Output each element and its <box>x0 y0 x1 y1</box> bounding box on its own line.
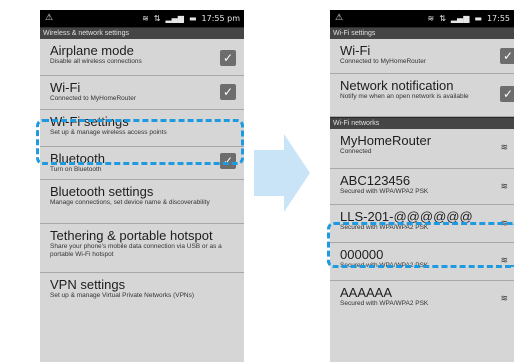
arrow-body <box>254 150 284 196</box>
network-item[interactable]: MyHomeRouter Connected ≋ <box>330 129 514 169</box>
network-status: Secured with WPA/WPA2 PSK <box>340 300 429 307</box>
wifi-toggle-item[interactable]: Wi-Fi Connected to MyHomeRouter ✓ <box>330 39 514 74</box>
status-time: 17:55 <box>486 14 510 23</box>
item-subtitle: Turn on Bluetooth <box>50 166 102 173</box>
item-title: Airplane mode <box>50 43 134 58</box>
item-subtitle: Set up & manage Virtual Private Networks… <box>50 292 195 299</box>
wifi-signal-lock-icon: ≋ <box>500 293 508 303</box>
signal-icon: ▂▄▆ <box>165 14 184 23</box>
item-subtitle: Connected to MyHomeRouter <box>340 58 426 65</box>
wifi-checkbox[interactable]: ✓ <box>220 84 236 100</box>
wifi-settings-highlight <box>36 119 244 165</box>
section-header: Wi-Fi settings <box>330 27 514 39</box>
item-title: Wi-Fi <box>50 80 81 95</box>
wifi-settings-phone-screen: ⚠ ≋ ⇅ ▂▄▆ ▬ 17:55 Wi-Fi settings Wi-Fi C… <box>330 10 514 362</box>
status-bar: ⚠ ≋ ⇅ ▂▄▆ ▬ 17:55 pm <box>40 10 244 27</box>
item-title: Wi-Fi <box>340 43 371 58</box>
signal-icon: ▂▄▆ <box>450 14 470 23</box>
network-status: Connected <box>340 148 372 155</box>
network-status: Secured with WPA/WPA2 PSK <box>340 188 429 195</box>
vpn-settings-item[interactable]: VPN settings Set up & manage Virtual Pri… <box>40 273 244 333</box>
item-subtitle: Disable all wireless connections <box>50 58 142 65</box>
wifi-signal-lock-icon: ≋ <box>500 181 508 191</box>
wifi-toggle-item[interactable]: Wi-Fi Connected to MyHomeRouter ✓ <box>40 76 244 110</box>
network-highlight <box>327 222 514 268</box>
airplane-mode-item[interactable]: Airplane mode Disable all wireless conne… <box>40 39 244 76</box>
network-name: AAAAAA <box>340 285 393 300</box>
battery-icon: ▬ <box>188 14 197 23</box>
wifi-checkbox[interactable]: ✓ <box>500 48 514 64</box>
status-time: 17:55 pm <box>201 14 240 23</box>
data-transfer-icon: ⇅ <box>153 14 161 23</box>
network-item[interactable]: ABC123456 Secured with WPA/WPA2 PSK ≋ <box>330 169 514 205</box>
network-notification-item[interactable]: Network notification Notify me when an o… <box>330 74 514 117</box>
item-subtitle: Connected to MyHomeRouter <box>50 95 136 102</box>
warning-icon: ⚠ <box>335 13 344 23</box>
arrow-right-icon <box>284 134 310 212</box>
bluetooth-settings-item[interactable]: Bluetooth settings Manage connections, s… <box>40 180 244 224</box>
item-subtitle: Notify me when an open network is availa… <box>340 93 469 100</box>
network-name: MyHomeRouter <box>340 133 432 148</box>
item-title: Bluetooth settings <box>50 184 154 199</box>
wifi-status-icon: ≋ <box>427 14 435 23</box>
network-name: ABC123456 <box>340 173 411 188</box>
wifi-signal-icon: ≋ <box>500 142 508 152</box>
warning-icon: ⚠ <box>45 13 54 23</box>
wifi-settings-list: Wi-Fi settings Wi-Fi Connected to MyHome… <box>330 27 514 362</box>
airplane-mode-checkbox[interactable]: ✓ <box>220 50 236 66</box>
settings-list: Wireless & network settings Airplane mod… <box>40 27 244 362</box>
networks-header: Wi-Fi networks <box>330 117 514 129</box>
status-bar: ⚠ ≋ ⇅ ▂▄▆ ▬ 17:55 <box>330 10 514 27</box>
battery-icon: ▬ <box>474 14 482 23</box>
item-subtitle: Manage connections, set device name & di… <box>50 199 210 206</box>
settings-phone-screen: ⚠ ≋ ⇅ ▂▄▆ ▬ 17:55 pm Wireless & network … <box>40 10 244 362</box>
tethering-hotspot-item[interactable]: Tethering & portable hotspot Share your … <box>40 224 244 273</box>
item-subtitle: Share your phone's mobile data connectio… <box>50 243 222 258</box>
wifi-status-icon: ≋ <box>142 14 149 23</box>
network-notification-checkbox[interactable]: ✓ <box>500 86 514 102</box>
item-title: Tethering & portable hotspot <box>50 228 213 243</box>
network-item[interactable]: AAAAAA Secured with WPA/WPA2 PSK ≋ <box>330 281 514 321</box>
section-header: Wireless & network settings <box>40 27 244 39</box>
data-transfer-icon: ⇅ <box>439 14 446 23</box>
item-title: VPN settings <box>50 277 126 292</box>
item-title: Network notification <box>340 78 454 93</box>
